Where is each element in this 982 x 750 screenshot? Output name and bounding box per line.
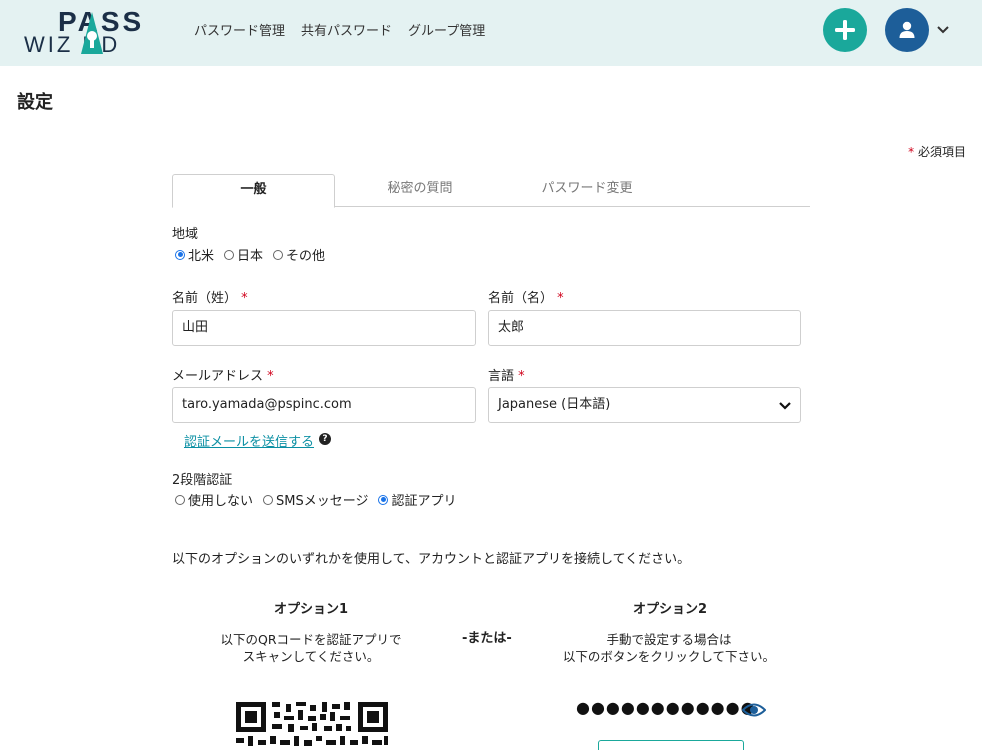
radio-label: 日本 xyxy=(237,249,264,264)
option2-description: 手動で設定する場合は 以下のボタンをクリックして下さい。 xyxy=(548,631,790,665)
plus-icon xyxy=(835,20,855,40)
settings-tabs: 一般 秘密の質問 パスワード変更 xyxy=(172,174,810,208)
region-option-other[interactable]: その他 xyxy=(273,245,325,264)
radio-north-america[interactable] xyxy=(175,249,185,260)
required-star: * xyxy=(518,369,525,384)
last-name-field[interactable]: 山田 xyxy=(172,310,476,346)
radio-japan[interactable] xyxy=(224,249,235,260)
send-verification-email-link[interactable]: 認証メールを送信する xyxy=(184,431,314,450)
nav-password-management[interactable]: パスワード管理 xyxy=(194,20,285,39)
radio-label: 使用しない xyxy=(188,494,254,509)
region-option-north-america[interactable]: 北米 xyxy=(175,245,214,264)
two-factor-option-auth-app[interactable]: 認証アプリ xyxy=(378,490,457,509)
required-star: * xyxy=(267,369,274,384)
option1-title: オプション1 xyxy=(273,602,349,617)
option1-line2: スキャンしてください。 xyxy=(242,649,380,664)
secret-key-masked: ●●●●●●●●●●●● xyxy=(576,698,756,717)
last-name-label-text: 名前（姓） xyxy=(172,291,238,306)
language-label-text: 言語 xyxy=(488,369,515,384)
two-factor-option-none[interactable]: 使用しない xyxy=(175,490,253,509)
logo-text-wizard: WIZ RD xyxy=(24,32,121,57)
nav-group-management[interactable]: グループ管理 xyxy=(408,20,485,39)
tab-secret-question[interactable]: 秘密の質問 xyxy=(335,174,505,207)
first-name-label: 名前（名） * xyxy=(488,287,564,306)
logo[interactable]: PASS WIZ RD xyxy=(24,8,150,58)
radio-auth-app[interactable] xyxy=(378,494,389,505)
required-star: * xyxy=(557,291,564,306)
user-icon xyxy=(899,21,915,38)
chevron-down-icon xyxy=(779,402,791,410)
tab-password-change[interactable]: パスワード変更 xyxy=(505,174,669,207)
user-menu-avatar[interactable] xyxy=(885,8,929,52)
radio-other[interactable] xyxy=(273,249,284,260)
region-radio-group: 北米 日本 その他 xyxy=(175,245,335,264)
radio-label: 北米 xyxy=(188,249,215,264)
option2-line2: 以下のボタンをクリックして下さい。 xyxy=(562,649,776,664)
option1-description: 以下のQRコードを認証アプリで スキャンしてください。 xyxy=(196,631,426,665)
required-note-text: 必須項目 xyxy=(914,145,966,159)
email-field[interactable]: taro.yamada@pspinc.com xyxy=(172,387,476,423)
required-star: * xyxy=(241,291,248,306)
page-title: 設定 xyxy=(17,92,53,113)
radio-label: SMSメッセージ xyxy=(276,494,369,509)
instructions-text: 以下のオプションのいずれかを使用して、アカウントと認証アプリを接続してください。 xyxy=(172,552,691,567)
radio-sms[interactable] xyxy=(263,494,274,505)
first-name-field[interactable]: 太郎 xyxy=(488,310,801,346)
email-label-text: メールアドレス xyxy=(172,369,264,384)
help-icon[interactable]: ? xyxy=(319,433,331,445)
two-factor-option-sms[interactable]: SMSメッセージ xyxy=(263,490,368,509)
chevron-down-icon[interactable] xyxy=(935,22,951,38)
radio-label: その他 xyxy=(286,249,326,264)
logo-key-icon xyxy=(81,12,103,54)
qr-code xyxy=(236,702,388,746)
email-label: メールアドレス * xyxy=(172,365,274,384)
language-label: 言語 * xyxy=(488,365,525,384)
eye-icon[interactable] xyxy=(742,701,766,719)
option2-title: オプション2 xyxy=(632,602,708,617)
two-factor-radio-group: 使用しない SMSメッセージ 認証アプリ xyxy=(175,490,467,509)
option2-line1: 手動で設定する場合は xyxy=(606,632,732,647)
main-nav: パスワード管理 共有パスワード グループ管理 xyxy=(194,20,485,39)
or-separator: -または- xyxy=(462,631,512,646)
language-select[interactable]: Japanese (日本語) xyxy=(488,387,801,423)
two-factor-label: 2段階認証 xyxy=(172,473,233,488)
add-button[interactable] xyxy=(823,8,867,52)
region-label: 地域 xyxy=(172,227,199,242)
first-name-label-text: 名前（名） xyxy=(488,291,554,306)
nav-shared-passwords[interactable]: 共有パスワード xyxy=(301,20,392,39)
top-bar: PASS WIZ RD パスワード管理 共有パスワード グループ管理 xyxy=(0,0,982,66)
last-name-label: 名前（姓） * xyxy=(172,287,248,306)
manual-setup-button[interactable] xyxy=(598,740,744,750)
region-option-japan[interactable]: 日本 xyxy=(224,245,263,264)
tab-general[interactable]: 一般 xyxy=(172,174,335,208)
language-selected-value: Japanese (日本語) xyxy=(498,397,611,412)
radio-label: 認証アプリ xyxy=(391,494,457,509)
required-fields-note: * 必須項目 xyxy=(908,143,966,160)
radio-none[interactable] xyxy=(175,494,185,505)
option1-line1: 以下のQRコードを認証アプリで xyxy=(220,632,402,647)
